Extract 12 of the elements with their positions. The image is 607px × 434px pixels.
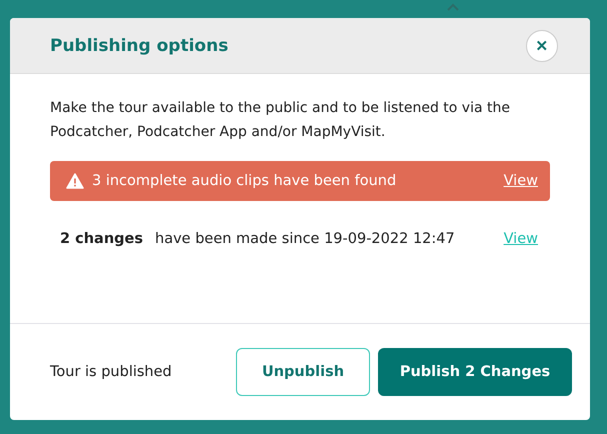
changes-count: 2 changes	[60, 231, 144, 247]
description-text: Make the tour available to the public and to be listened to via the Podcatcher, Podcatcher App and/or MapMyVisit.	[50, 99, 511, 142]
alert-text: 3 incomplete audio clips have been found	[92, 173, 398, 189]
unpublish-button[interactable]: Unpublish	[236, 348, 370, 396]
warning-icon	[66, 173, 84, 189]
view-link[interactable]: View	[504, 173, 538, 189]
publish-button[interactable]: Publish 2 Changes	[378, 348, 572, 396]
chevron-up-icon	[446, 2, 460, 12]
dialog-title: Publishing options	[50, 36, 228, 56]
publish-status: Tour is published	[50, 364, 173, 380]
close-button[interactable]: ✕	[526, 30, 558, 62]
changes-text: have been made since 19-09-2022 12:47	[155, 231, 456, 247]
